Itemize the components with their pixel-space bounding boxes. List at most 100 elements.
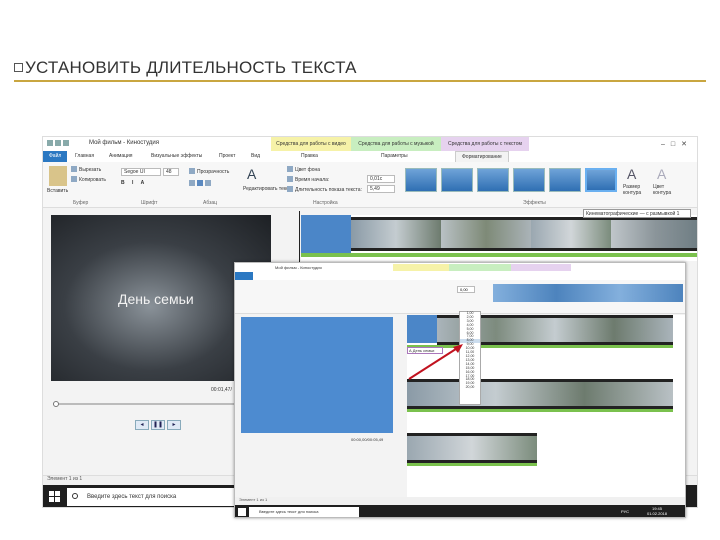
ribbon: Вставить Вырезать Копировать Буфер Segoe…: [43, 162, 697, 208]
audio-track[interactable]: [301, 253, 697, 257]
inset-audio-track[interactable]: [407, 463, 537, 466]
effect-thumbnail[interactable]: [549, 168, 581, 192]
dropdown-option[interactable]: 20,00: [460, 385, 480, 390]
inset-ribbon: 0,00: [235, 280, 685, 314]
tab-project[interactable]: Проект: [219, 151, 235, 162]
quick-access-toolbar[interactable]: [47, 140, 87, 148]
redo-icon[interactable]: [63, 140, 69, 146]
playback-controls: ◂ ❚❚ ▸: [135, 413, 185, 430]
window-title: Мой фильм - Киностудия: [89, 140, 160, 146]
video-clip[interactable]: [351, 217, 441, 251]
seek-knob[interactable]: [53, 401, 59, 407]
inset-ribbon-tabs: [235, 272, 685, 280]
outline-color-button[interactable]: Цвет контура: [653, 184, 677, 196]
duration-label: Длительность показа текста:: [287, 186, 362, 193]
taskbar-search[interactable]: Введите здесь текст для поиска: [67, 488, 247, 506]
bg-color-button[interactable]: Цвет фона: [287, 166, 320, 173]
group-label-paragraph: Абзац: [203, 200, 218, 206]
prev-frame-button[interactable]: ◂: [135, 420, 149, 430]
inset-timecode: 00:00,00/00:05,49: [351, 437, 384, 442]
group-label-effects: Эффекты: [523, 200, 546, 206]
title-bar: Мой фильм - Киностудия Средства для рабо…: [43, 137, 697, 151]
video-clip[interactable]: [611, 217, 697, 251]
tab-options[interactable]: Параметры: [381, 151, 408, 162]
windows-start-icon[interactable]: [49, 491, 60, 502]
inset-taskbar-search[interactable]: Введите здесь текст для поиска: [249, 507, 359, 517]
heading-underline: [14, 80, 706, 82]
inset-context-tab-video[interactable]: [393, 264, 449, 271]
inset-window-title: Мой фильм - Киностудия: [275, 265, 322, 270]
pause-button[interactable]: ❚❚: [151, 420, 165, 430]
tab-home[interactable]: Главная: [75, 151, 94, 162]
undo-icon[interactable]: [55, 140, 61, 146]
tab-format[interactable]: Форматирование: [455, 151, 509, 162]
video-clip[interactable]: [531, 217, 611, 251]
inset-screenshot: Мой фильм - Киностудия 0,00 00:00,00/00:…: [234, 262, 686, 518]
paste-icon[interactable]: [49, 166, 67, 186]
inset-context-tab-music[interactable]: [449, 264, 511, 271]
outline-size-icon[interactable]: A: [627, 166, 636, 182]
tab-animation[interactable]: Анимация: [109, 151, 132, 162]
ribbon-tabs: Файл Главная Анимация Визуальные эффекты…: [43, 151, 697, 162]
status-text: Элемент 1 из 1: [47, 476, 83, 482]
bullet-icon: [14, 63, 23, 72]
inset-audio-track[interactable]: [407, 409, 673, 412]
inset-effects-gallery[interactable]: [493, 284, 683, 302]
copy-label: Копировать: [79, 177, 106, 183]
inset-windows-start-icon[interactable]: [238, 508, 246, 516]
start-time-input[interactable]: 0,01с: [367, 175, 395, 183]
tab-file[interactable]: Файл: [43, 151, 68, 162]
align-buttons[interactable]: [189, 180, 213, 187]
inset-status-text: Элемент 1 из 1: [239, 497, 268, 502]
next-frame-button[interactable]: ▸: [167, 420, 181, 430]
context-tab-video[interactable]: Средства для работы с видео: [271, 137, 351, 151]
clock[interactable]: 19:45 01.02.2018: [647, 506, 667, 516]
tab-view[interactable]: Вид: [251, 151, 260, 162]
inset-taskbar: Введите здесь текст для поиска РУС 19:45…: [235, 505, 685, 517]
duration-input[interactable]: 5,49: [367, 185, 395, 193]
font-style-buttons[interactable]: B I A: [121, 180, 147, 186]
outline-color-icon[interactable]: A: [657, 166, 666, 182]
taskbar-search-placeholder: Введите здесь текст для поиска: [87, 494, 177, 500]
scissors-icon: [71, 166, 77, 172]
inset-tab-file[interactable]: [235, 272, 253, 280]
font-family-select[interactable]: Segoe UI: [121, 168, 161, 176]
bg-color-label: Цвет фона: [295, 167, 321, 173]
timecode: 00:01,47/: [211, 387, 232, 393]
clock-date: 01.02.2018: [646, 511, 667, 516]
group-label-settings: Настройка: [313, 200, 338, 206]
copy-button[interactable]: Копировать: [71, 176, 106, 183]
outline-size-button[interactable]: Размер контура: [623, 184, 647, 196]
language-indicator[interactable]: РУС: [621, 509, 629, 514]
effect-thumbnail[interactable]: [441, 168, 473, 192]
effect-thumbnail[interactable]: [513, 168, 545, 192]
text-clip[interactable]: [301, 215, 351, 253]
effect-thumbnail[interactable]: [405, 168, 437, 192]
transparency-button[interactable]: Прозрачность: [189, 168, 229, 175]
inset-duration-input[interactable]: 0,00: [457, 286, 475, 293]
transparency-icon: [189, 168, 195, 174]
inset-taskbar-search-placeholder: Введите здесь текст для поиска: [259, 509, 319, 514]
slide-heading: УСТАНОВИТЬ ДЛИТЕЛЬНОСТЬ ТЕКСТА: [14, 58, 357, 78]
effect-thumbnail[interactable]: [477, 168, 509, 192]
video-clip[interactable]: [441, 217, 531, 251]
edit-text-icon[interactable]: A: [247, 166, 263, 182]
align-left-icon: [189, 180, 195, 186]
tab-visual-effects[interactable]: Визуальные эффекты: [151, 151, 202, 162]
save-icon[interactable]: [47, 140, 53, 146]
paste-button[interactable]: Вставить: [47, 188, 68, 194]
paint-icon: [287, 166, 293, 172]
context-tab-music[interactable]: Средства для работы с музыкой: [351, 137, 441, 151]
effect-thumbnail-selected[interactable]: [585, 168, 617, 192]
copy-icon: [71, 176, 77, 182]
inset-video-strip[interactable]: [407, 433, 537, 463]
window-controls[interactable]: –□✕: [661, 140, 693, 148]
search-icon: [72, 493, 78, 499]
tab-edit[interactable]: Правка: [301, 151, 318, 162]
context-tab-text[interactable]: Средства для работы с текстом: [441, 137, 529, 151]
edit-text-button[interactable]: Редактировать текст: [243, 186, 291, 192]
inset-video-preview[interactable]: [241, 317, 393, 433]
inset-context-tab-text[interactable]: [511, 264, 571, 271]
font-size-select[interactable]: 48: [163, 168, 179, 176]
cut-button[interactable]: Вырезать: [71, 166, 101, 173]
